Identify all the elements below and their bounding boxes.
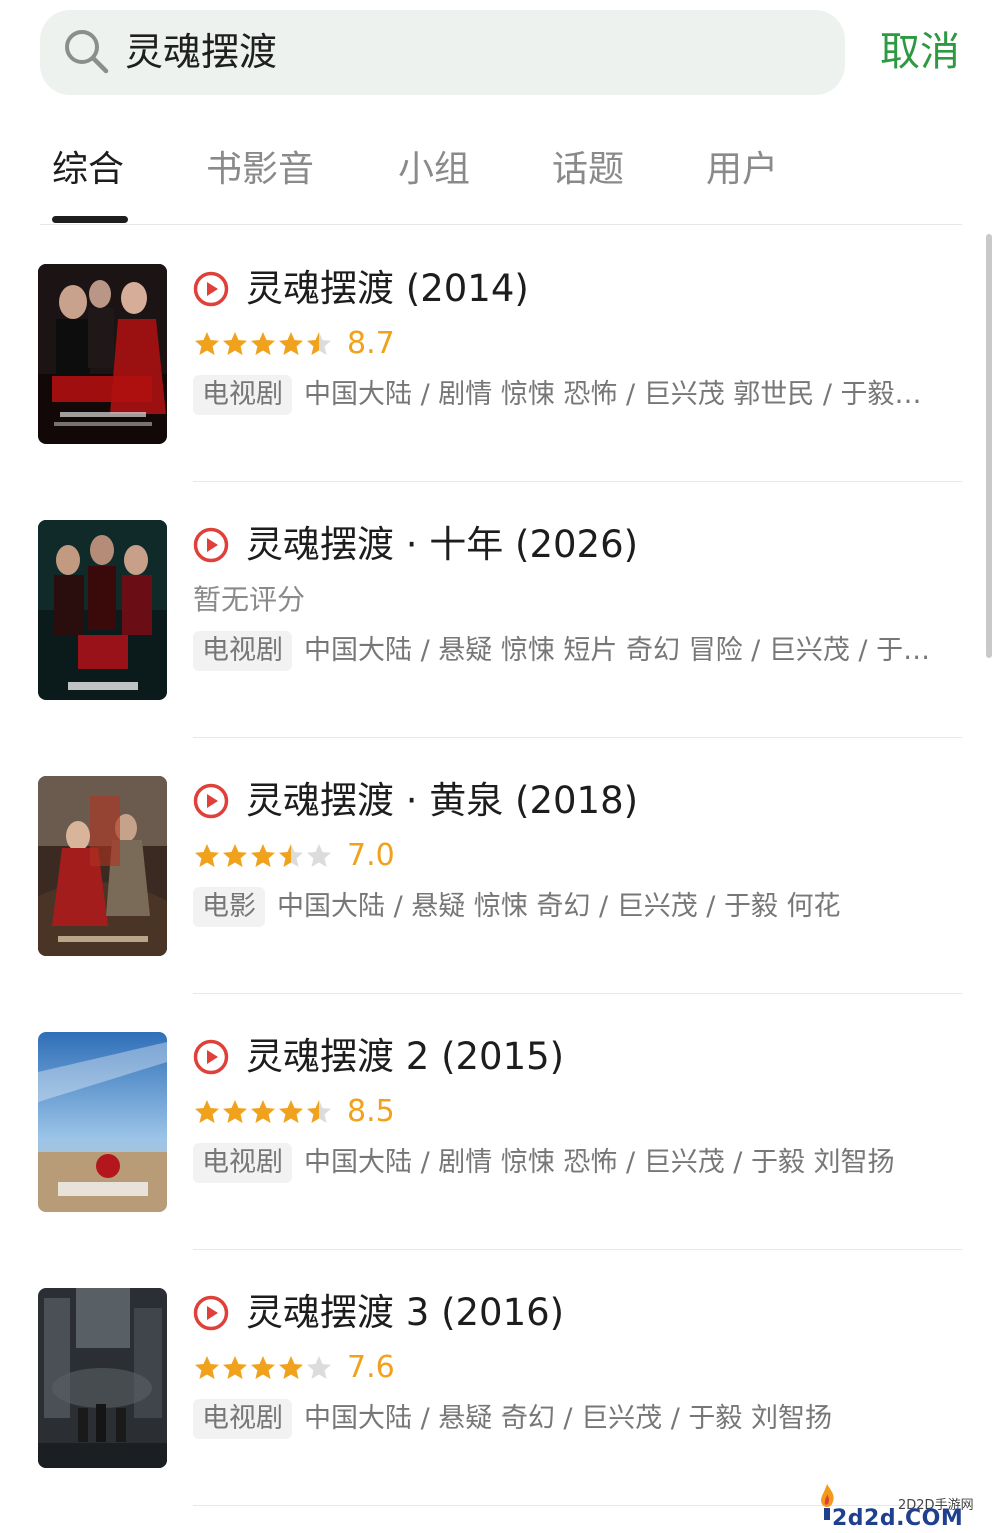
star-icon (251, 332, 275, 355)
result-title: 灵魂摆渡 · 黄泉 (2018) (246, 779, 639, 822)
tab-overview[interactable]: 综合 (52, 146, 124, 194)
search-icon (65, 30, 109, 74)
play-icon (193, 783, 229, 819)
star-icon (195, 332, 219, 355)
result-meta: 中国大陆 / 悬疑 惊悚 短片 奇幻 冒险 / 巨兴茂 / 于… (304, 635, 931, 666)
star-icon (195, 844, 219, 867)
star-icon (307, 844, 331, 867)
result-meta: 中国大陆 / 悬疑 惊悚 奇幻 / 巨兴茂 / 于毅 何花 (277, 891, 841, 922)
result-title: 灵魂摆渡 2 (2015) (246, 1035, 565, 1078)
star-icon (223, 1356, 247, 1379)
result-meta: 中国大陆 / 剧情 惊悚 恐怖 / 巨兴茂 郭世民 / 于毅… (304, 379, 922, 410)
poster-image (38, 1288, 167, 1468)
star-rating (193, 842, 333, 870)
result-title: 灵魂摆渡 3 (2016) (246, 1291, 565, 1334)
rating-row: 7.0 (193, 836, 395, 876)
tabs-divider (40, 224, 962, 225)
star-icon (251, 1356, 275, 1379)
active-tab-indicator (52, 216, 128, 223)
star-icon (279, 1100, 303, 1123)
star-icon (223, 332, 247, 355)
star-icon (195, 1100, 219, 1123)
star-icon (279, 1356, 303, 1379)
tab-topics[interactable]: 话题 (552, 146, 624, 194)
poster-image (38, 264, 167, 444)
type-badge: 电视剧 (193, 631, 292, 671)
star-icon (279, 332, 303, 355)
meta-row: 电视剧 中国大陆 / 悬疑 奇幻 / 巨兴茂 / 于毅 刘智扬 (193, 1398, 953, 1440)
rating-score: 7.6 (347, 1350, 395, 1385)
tab-books-movies-music[interactable]: 书影音 (206, 146, 314, 194)
poster-image (38, 520, 167, 700)
star-rating (193, 330, 333, 358)
rating-row: 8.7 (193, 324, 395, 364)
star-rating (193, 1354, 333, 1382)
meta-row: 电视剧 中国大陆 / 剧情 惊悚 恐怖 / 巨兴茂 郭世民 / 于毅… (193, 374, 953, 416)
star-icon (223, 844, 247, 867)
result-meta: 中国大陆 / 剧情 惊悚 恐怖 / 巨兴茂 / 于毅 刘智扬 (304, 1147, 895, 1178)
meta-row: 电视剧 中国大陆 / 悬疑 惊悚 短片 奇幻 冒险 / 巨兴茂 / 于… (193, 630, 953, 672)
tab-bar: 综合 书影音 小组 话题 用户 (0, 140, 1000, 230)
star-icon (251, 844, 275, 867)
tab-users[interactable]: 用户 (706, 146, 778, 194)
rating-score: 7.0 (347, 838, 395, 873)
result-item[interactable]: 灵魂摆渡 (2014) 8.7 电视剧 中国大陆 / 剧情 惊悚 恐怖 / 巨兴… (0, 226, 1000, 482)
type-badge: 电视剧 (193, 1399, 292, 1439)
rating-score: 8.7 (347, 326, 395, 361)
no-rating-label: 暂无评分 (193, 583, 306, 616)
result-item[interactable]: 灵魂摆渡 · 十年 (2026) 暂无评分 电视剧 中国大陆 / 悬疑 惊悚 短… (0, 482, 1000, 738)
play-icon (193, 271, 229, 307)
result-item[interactable]: 灵魂摆渡 3 (2016) 7.6 电视剧 中国大陆 / 悬疑 奇幻 / 巨兴茂… (0, 1250, 1000, 1506)
result-meta: 中国大陆 / 悬疑 奇幻 / 巨兴茂 / 于毅 刘智扬 (304, 1403, 832, 1434)
play-icon (193, 1295, 229, 1331)
rating-score: 8.5 (347, 1094, 395, 1129)
meta-row: 电影 中国大陆 / 悬疑 惊悚 奇幻 / 巨兴茂 / 于毅 何花 (193, 886, 953, 928)
type-badge: 电视剧 (193, 375, 292, 415)
star-icon (307, 332, 331, 355)
star-icon (307, 1100, 331, 1123)
star-icon (307, 1356, 331, 1379)
result-item[interactable]: 灵魂摆渡 · 黄泉 (2018) 7.0 电影 中国大陆 / 悬疑 惊悚 奇幻 … (0, 738, 1000, 994)
type-badge: 电视剧 (193, 1143, 292, 1183)
star-rating (193, 1098, 333, 1126)
play-icon (193, 1039, 229, 1075)
result-title: 灵魂摆渡 (2014) (246, 267, 529, 310)
meta-row: 电视剧 中国大陆 / 剧情 惊悚 恐怖 / 巨兴茂 / 于毅 刘智扬 (193, 1142, 953, 1184)
star-icon (279, 844, 303, 867)
cancel-button[interactable]: 取消 (880, 26, 960, 78)
watermark-big-text: 2d2d.COM (832, 1506, 964, 1531)
star-icon (223, 1100, 247, 1123)
result-title: 灵魂摆渡 · 十年 (2026) (246, 523, 639, 566)
poster-image (38, 1032, 167, 1212)
tab-groups[interactable]: 小组 (398, 146, 470, 194)
star-icon (251, 1100, 275, 1123)
result-item[interactable]: 灵魂摆渡 2 (2015) 8.5 电视剧 中国大陆 / 剧情 惊悚 恐怖 / … (0, 994, 1000, 1250)
watermark-logo: 2D2D手游网 2d2d.COM (812, 1480, 987, 1532)
star-icon (195, 1356, 219, 1379)
search-input[interactable]: 灵魂摆渡 (125, 28, 277, 76)
type-badge: 电影 (193, 887, 265, 927)
poster-image (38, 776, 167, 956)
rating-row: 7.6 (193, 1348, 395, 1388)
rating-row: 8.5 (193, 1092, 395, 1132)
play-icon (193, 527, 229, 563)
